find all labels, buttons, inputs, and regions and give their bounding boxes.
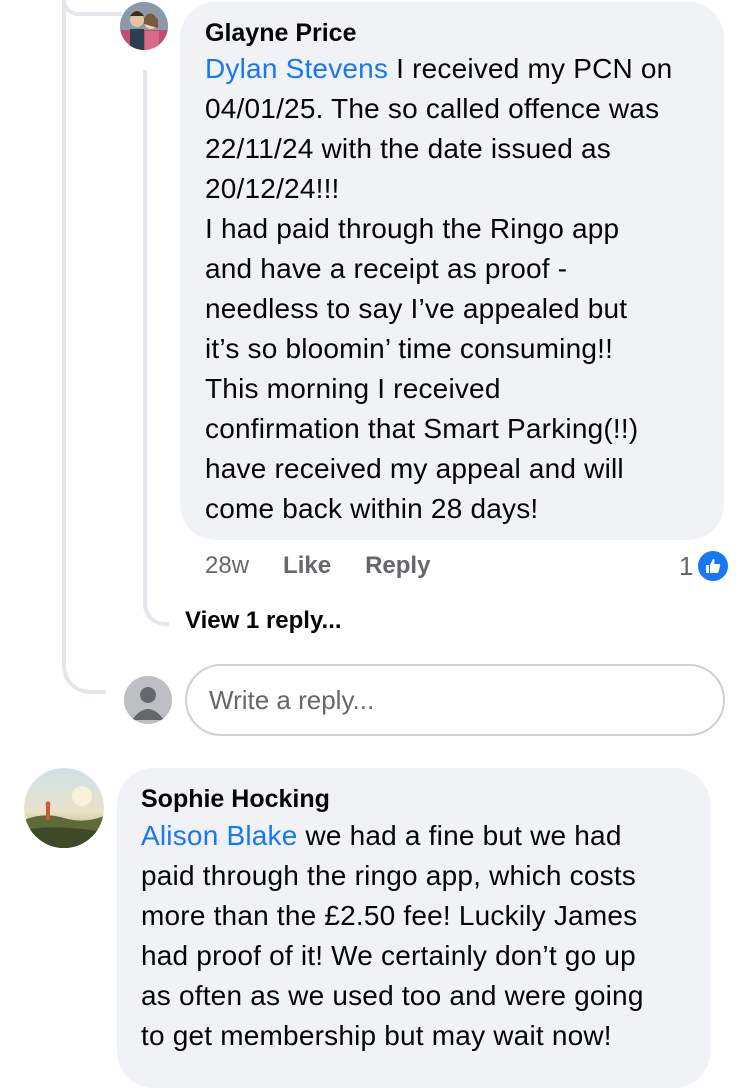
comment-actions: 28w Like Reply <box>205 552 464 580</box>
reaction-count: 1 <box>679 550 694 581</box>
comment-line: and have a receipt as proof - <box>205 253 568 284</box>
avatar-photo-icon <box>120 2 168 50</box>
reaction-summary[interactable]: 1 <box>679 548 732 584</box>
mention-link[interactable]: Alison Blake <box>141 820 297 851</box>
comment-line: This morning I received <box>205 373 501 404</box>
comment-line: more than the £2.50 fee! Luckily James <box>141 900 638 931</box>
comment-line: 22/11/24 with the date issued as <box>205 133 611 164</box>
comment-line: I had paid through the Ringo app <box>205 213 620 244</box>
comment-line: Dylan Stevens I received my PCN on <box>205 53 673 84</box>
comment-line: come back within 28 days! <box>205 493 539 524</box>
thumbs-up-icon <box>695 548 732 584</box>
reply-input[interactable]: Write a reply... <box>185 664 725 736</box>
reply-button[interactable]: Reply <box>365 552 430 580</box>
default-user-icon <box>124 676 172 724</box>
comment-line: 20/12/24!!! <box>205 173 340 204</box>
thread-line-outer <box>62 0 106 694</box>
mention-link[interactable]: Dylan Stevens <box>205 53 388 84</box>
comment-line: Alison Blake we had a fine but we had <box>141 820 622 851</box>
avatar-photo-icon <box>24 768 104 848</box>
like-button[interactable]: Like <box>283 552 331 580</box>
avatar-sophie-hocking[interactable] <box>24 768 104 848</box>
comment-author[interactable]: Glayne Price <box>205 16 356 50</box>
comment-line: had proof of it! We certainly don’t go u… <box>141 940 636 971</box>
comment-body: Dylan Stevens I received my PCN on 04/01… <box>205 49 725 529</box>
comment-author[interactable]: Sophie Hocking <box>141 782 330 816</box>
comment-bubble-1: Glayne Price Dylan Stevens I received my… <box>180 2 724 540</box>
comment-line: as often as we used too and were going <box>141 980 644 1011</box>
comment-line: confirmation that Smart Parking(!!) <box>205 413 639 444</box>
comment-line: it’s so bloomin’ time consuming!! <box>205 333 614 364</box>
comment-line: paid through the ringo app, which costs <box>141 860 636 891</box>
avatar-glayne-price[interactable] <box>120 2 168 50</box>
current-user-avatar <box>124 676 172 724</box>
thread-line-top-branch <box>62 0 122 16</box>
view-replies-link[interactable]: View 1 reply... <box>185 607 342 635</box>
comment-line: 04/01/25. The so called offence was <box>205 93 660 124</box>
comment-body: Alison Blake we had a fine but we had pa… <box>141 816 711 1056</box>
comment-line: to get membership but may wait now! <box>141 1020 612 1051</box>
comment-bubble-2: Sophie Hocking Alison Blake we had a fin… <box>117 768 710 1088</box>
reply-input-placeholder: Write a reply... <box>209 684 375 715</box>
comment-timestamp[interactable]: 28w <box>205 552 249 580</box>
comment-line: needless to say I’ve appealed but <box>205 293 628 324</box>
comment-line: have received my appeal and will <box>205 453 624 484</box>
thread-line-inner <box>143 70 169 626</box>
